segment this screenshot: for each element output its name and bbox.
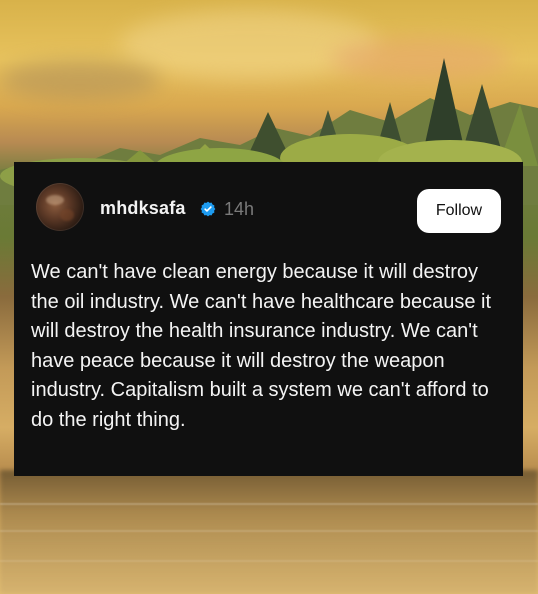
follow-button[interactable]: Follow xyxy=(417,189,501,233)
timestamp: 14h xyxy=(224,199,255,219)
avatar-image-detail xyxy=(60,209,74,221)
water-reflection xyxy=(0,470,538,594)
water-highlight xyxy=(0,560,538,562)
post-text: We can't have clean energy because it wi… xyxy=(31,261,492,431)
post-card: mhdksafa 14h Follow We can't have clean … xyxy=(14,162,523,476)
avatar[interactable] xyxy=(36,183,84,231)
verified-badge-icon xyxy=(200,201,216,217)
username[interactable]: mhdksafa xyxy=(100,198,186,219)
water-highlight xyxy=(0,503,538,505)
avatar-image-detail xyxy=(46,195,64,205)
water-highlight xyxy=(0,530,538,532)
